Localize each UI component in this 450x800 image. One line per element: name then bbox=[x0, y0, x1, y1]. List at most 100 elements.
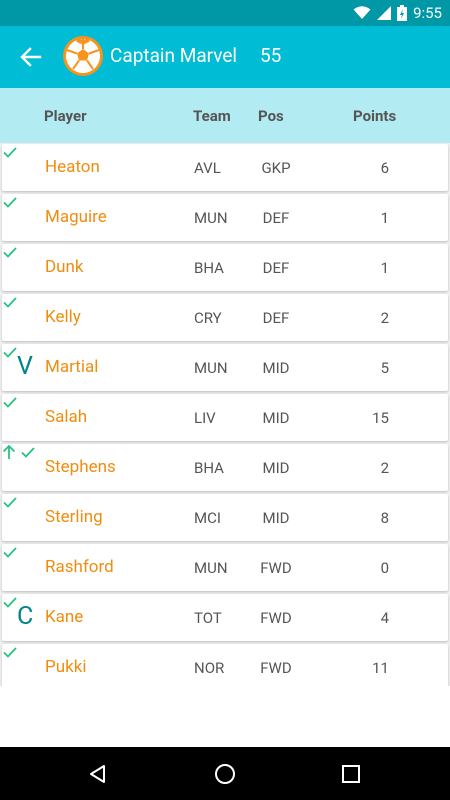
arrow-up-icon bbox=[2, 444, 16, 459]
player-team: MCI bbox=[194, 509, 221, 527]
player-list[interactable]: Heaton AVL GKP 6 Maguire MUN DEF 1 Dunk … bbox=[0, 143, 450, 686]
header-team: Team bbox=[193, 107, 231, 125]
player-name: Dunk bbox=[45, 257, 84, 277]
player-name: Pukki bbox=[45, 657, 87, 677]
player-points: 2 bbox=[380, 309, 389, 327]
player-row[interactable]: Stephens BHA MID 2 bbox=[2, 444, 448, 491]
player-row[interactable]: Kelly CRY DEF 2 bbox=[2, 294, 448, 341]
player-team: NOR bbox=[194, 659, 225, 677]
nav-recents-button[interactable] bbox=[338, 761, 364, 787]
check-icon bbox=[3, 597, 17, 608]
player-team: LIV bbox=[194, 409, 216, 427]
system-nav-bar bbox=[0, 747, 450, 800]
player-team: AVL bbox=[194, 159, 221, 177]
player-row[interactable]: V Martial MUN MID 5 bbox=[2, 344, 448, 391]
check-icon bbox=[3, 147, 17, 158]
player-row[interactable]: Rashford MUN FWD 0 bbox=[2, 544, 448, 591]
player-team: BHA bbox=[194, 259, 224, 277]
player-team: MUN bbox=[194, 359, 228, 377]
role-marker bbox=[17, 200, 39, 234]
check-icon bbox=[3, 547, 17, 558]
role-marker bbox=[17, 500, 39, 534]
player-row[interactable]: Sterling MCI MID 8 bbox=[2, 494, 448, 541]
player-pos: MID bbox=[262, 459, 290, 477]
header-pos: Pos bbox=[258, 107, 284, 125]
player-team: MUN bbox=[194, 559, 228, 577]
player-name: Maguire bbox=[45, 207, 107, 227]
player-team: MUN bbox=[194, 209, 228, 227]
status-time: 9:55 bbox=[413, 4, 442, 22]
player-points: 5 bbox=[380, 359, 389, 377]
role-marker bbox=[17, 550, 39, 584]
role-marker bbox=[17, 250, 39, 284]
player-row[interactable]: Salah LIV MID 15 bbox=[2, 394, 448, 441]
check-icon bbox=[3, 297, 17, 308]
check-icon bbox=[3, 247, 17, 258]
check-icon bbox=[3, 647, 17, 658]
check-icon bbox=[3, 347, 17, 358]
player-points: 6 bbox=[380, 159, 389, 177]
player-row[interactable]: Heaton AVL GKP 6 bbox=[2, 144, 448, 191]
check-icon bbox=[3, 497, 17, 508]
player-points: 8 bbox=[380, 509, 389, 527]
header-player: Player bbox=[44, 107, 87, 125]
player-name: Kane bbox=[45, 607, 84, 627]
battery-icon bbox=[397, 5, 408, 21]
player-points: 0 bbox=[380, 559, 389, 577]
recents-square-icon bbox=[342, 765, 360, 783]
player-name: Salah bbox=[45, 407, 88, 427]
status-icons: 9:55 bbox=[353, 3, 442, 23]
captain-marker: C bbox=[17, 602, 34, 631]
player-name: Stephens bbox=[45, 457, 116, 477]
player-row[interactable]: Maguire MUN DEF 1 bbox=[2, 194, 448, 241]
arrow-left-icon bbox=[20, 47, 42, 67]
player-pos: MID bbox=[262, 409, 290, 427]
header-points: Points bbox=[353, 107, 397, 125]
back-triangle-icon bbox=[90, 765, 105, 783]
role-marker bbox=[17, 650, 39, 684]
nav-home-button[interactable] bbox=[212, 761, 238, 787]
player-pos: MID bbox=[262, 359, 290, 377]
status-bar: 9:55 bbox=[0, 0, 450, 26]
player-pos: DEF bbox=[262, 209, 290, 227]
player-pos: GKP bbox=[261, 159, 291, 177]
player-team: CRY bbox=[194, 309, 222, 327]
player-pos: MID bbox=[262, 509, 290, 527]
player-pos: FWD bbox=[260, 659, 292, 677]
player-points: 1 bbox=[380, 259, 389, 277]
player-pos: DEF bbox=[262, 309, 290, 327]
role-marker bbox=[17, 450, 39, 484]
player-pos: FWD bbox=[260, 559, 292, 577]
check-icon bbox=[3, 197, 17, 208]
check-icon bbox=[3, 397, 17, 408]
back-button[interactable] bbox=[18, 44, 44, 70]
signal-icon bbox=[377, 6, 392, 20]
player-name: Kelly bbox=[45, 307, 81, 327]
player-points: 4 bbox=[380, 609, 389, 627]
team-points: 55 bbox=[260, 44, 282, 67]
player-row[interactable]: C Kane TOT FWD 4 bbox=[2, 594, 448, 641]
wifi-icon bbox=[353, 6, 371, 19]
player-team: TOT bbox=[194, 609, 222, 627]
player-name: Martial bbox=[45, 357, 99, 377]
role-marker bbox=[17, 150, 39, 184]
player-name: Rashford bbox=[45, 557, 114, 577]
player-points: 2 bbox=[380, 459, 389, 477]
player-pos: DEF bbox=[262, 259, 290, 277]
vice-captain-marker: V bbox=[17, 352, 33, 381]
player-team: BHA bbox=[194, 459, 224, 477]
empty-area bbox=[0, 686, 450, 747]
nav-back-button[interactable] bbox=[85, 761, 111, 787]
player-points: 15 bbox=[372, 409, 389, 427]
home-circle-icon bbox=[215, 764, 235, 784]
app-toolbar: Captain Marvel 55 bbox=[0, 26, 450, 88]
column-header: Player Team Pos Points bbox=[0, 88, 450, 143]
role-marker bbox=[17, 300, 39, 334]
player-row[interactable]: Dunk BHA DEF 1 bbox=[2, 244, 448, 291]
role-marker bbox=[17, 400, 39, 434]
player-name: Heaton bbox=[45, 157, 100, 177]
player-row[interactable]: Pukki NOR FWD 11 bbox=[2, 644, 448, 686]
player-points: 11 bbox=[372, 659, 389, 677]
soccer-ball-icon bbox=[63, 36, 103, 76]
player-points: 1 bbox=[380, 209, 389, 227]
